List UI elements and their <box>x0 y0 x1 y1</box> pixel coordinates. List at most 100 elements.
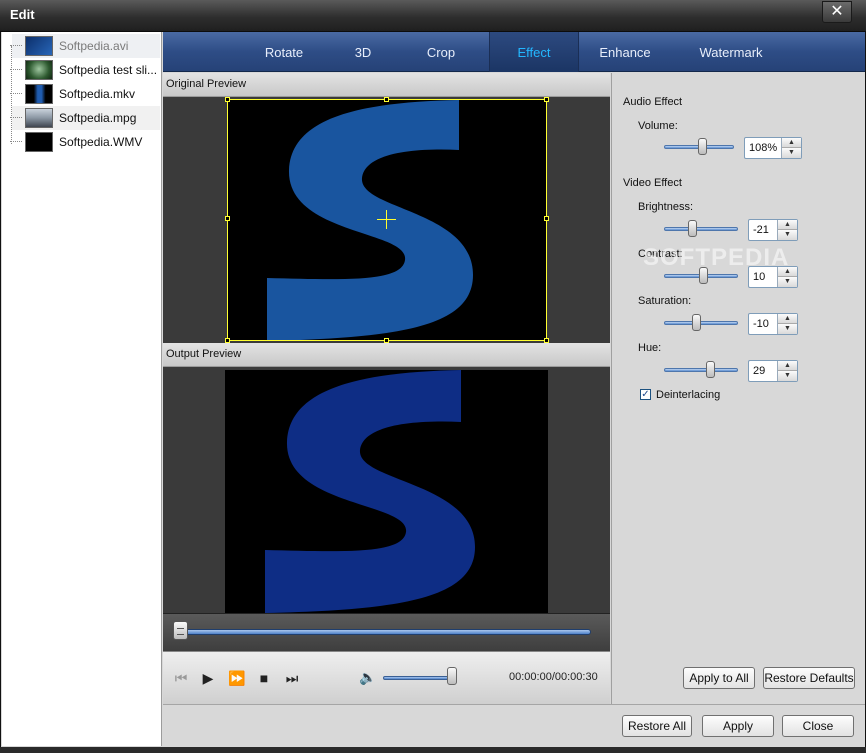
deinterlacing-checkbox[interactable]: ✓ <box>640 389 651 400</box>
play-icon[interactable]: ▶ <box>200 670 216 686</box>
file-thumbnail <box>25 36 53 56</box>
slider-rail <box>664 227 738 231</box>
tree-branch <box>10 93 22 94</box>
file-item[interactable]: Softpedia test sli... <box>10 58 160 82</box>
volume-label: Volume: <box>638 120 678 132</box>
seek-thumb[interactable] <box>173 621 188 640</box>
file-item[interactable]: Softpedia.WMV <box>10 130 160 154</box>
audio-volume-slider[interactable] <box>664 137 734 157</box>
volume-spinbox[interactable]: 108% ▲ ▼ <box>744 137 802 159</box>
spin-up-icon[interactable]: ▲ <box>782 138 801 148</box>
brightness-spinbox[interactable]: -21 ▲ ▼ <box>748 219 798 241</box>
file-item[interactable]: Softpedia.mkv <box>10 82 160 106</box>
spin-down-icon[interactable]: ▼ <box>782 148 801 158</box>
contrast-slider[interactable] <box>664 266 738 286</box>
slider-thumb[interactable] <box>692 314 701 331</box>
saturation-spinbox[interactable]: -10 ▲ ▼ <box>748 313 798 335</box>
video-effect-heading: Video Effect <box>623 177 682 189</box>
volume-slider-track[interactable] <box>383 676 455 680</box>
restore-defaults-button[interactable]: Restore Defaults <box>763 667 855 689</box>
stop-icon[interactable]: ■ <box>256 670 272 686</box>
contrast-value: 10 <box>753 271 766 283</box>
saturation-slider[interactable] <box>664 313 738 333</box>
file-list: Softpedia.avi Softpedia test sli... Soft… <box>2 32 162 746</box>
contrast-spinbox[interactable]: 10 ▲ ▼ <box>748 266 798 288</box>
seek-track[interactable] <box>175 629 591 635</box>
slider-thumb[interactable] <box>698 138 707 155</box>
file-item[interactable]: Softpedia.avi <box>10 34 160 58</box>
playback-controls: ⏮ ▶ ⏩ ■ ⏭ 🔈 00:00:00/00:00:30 <box>163 651 610 704</box>
spin-down-icon[interactable]: ▼ <box>778 324 797 334</box>
slider-rail <box>664 368 738 372</box>
hue-label: Hue: <box>638 342 662 354</box>
spin-up-icon[interactable]: ▲ <box>778 267 797 277</box>
crop-handle-top-left[interactable] <box>225 97 230 102</box>
dialog-button-bar: Restore All Apply Close <box>163 704 865 746</box>
output-preview-label: Output Preview <box>166 348 242 360</box>
spin-up-icon[interactable]: ▲ <box>778 220 797 230</box>
spin-up-icon[interactable]: ▲ <box>778 314 797 324</box>
tab-bar: Rotate 3D Crop Effect Enhance Watermark <box>163 32 865 72</box>
hue-spinbox[interactable]: 29 ▲ ▼ <box>748 360 798 382</box>
hue-slider[interactable] <box>664 360 738 380</box>
crop-frame[interactable] <box>225 97 549 343</box>
file-thumbnail <box>25 84 53 104</box>
spin-down-icon[interactable]: ▼ <box>778 230 797 240</box>
file-thumbnail <box>25 60 53 80</box>
file-name: Softpedia test sli... <box>59 63 158 77</box>
crop-handle-top-right[interactable] <box>544 97 549 102</box>
title-bar: Edit ✕ <box>0 0 866 32</box>
file-thumbnail <box>25 108 53 128</box>
crop-handle-left[interactable] <box>225 216 230 221</box>
tab-watermark[interactable]: Watermark <box>671 32 791 72</box>
deinterlacing-label: Deinterlacing <box>656 389 721 401</box>
hue-value: 29 <box>753 365 766 377</box>
window-title: Edit <box>10 7 35 22</box>
original-preview-area <box>163 97 610 343</box>
crop-center-crosshair-icon[interactable] <box>377 210 396 229</box>
timecode: 00:00:00/00:00:30 <box>509 671 598 683</box>
apply-to-all-button[interactable]: Apply to All <box>683 667 755 689</box>
volume-value: 108% <box>749 142 778 154</box>
crop-handle-right[interactable] <box>544 216 549 221</box>
speaker-icon[interactable]: 🔈 <box>359 669 376 686</box>
skip-forward-icon[interactable]: ⏭ <box>284 670 300 686</box>
slider-rail <box>664 321 738 325</box>
slider-thumb[interactable] <box>706 361 715 378</box>
edit-window: Softpedia.avi Softpedia test sli... Soft… <box>0 32 866 753</box>
tab-enhance[interactable]: Enhance <box>579 32 671 72</box>
brightness-slider[interactable] <box>664 219 738 239</box>
apply-button[interactable]: Apply <box>702 715 774 737</box>
effect-settings-panel: Audio Effect Volume: 108% ▲ ▼ Video Effec… <box>611 73 865 704</box>
file-item[interactable]: Softpedia.mpg <box>10 106 160 130</box>
close-button[interactable]: Close <box>782 715 854 737</box>
preview-column: Original Preview Output Preview ⏮ ▶ ⏩ ■ … <box>163 73 610 704</box>
fast-forward-icon[interactable]: ⏩ <box>228 670 245 686</box>
restore-all-button[interactable]: Restore All <box>622 715 692 737</box>
original-preview-label: Original Preview <box>166 78 247 90</box>
tree-branch <box>10 69 22 70</box>
tree-branch <box>10 117 22 118</box>
crop-handle-top[interactable] <box>384 97 389 102</box>
tab-effect[interactable]: Effect <box>489 32 579 72</box>
file-name: Softpedia.mpg <box>59 111 137 125</box>
tab-crop[interactable]: Crop <box>391 32 491 72</box>
spin-up-icon[interactable]: ▲ <box>778 361 797 371</box>
saturation-label: Saturation: <box>638 295 692 307</box>
file-name: Softpedia.WMV <box>59 135 143 149</box>
tab-rotate[interactable]: Rotate <box>233 32 335 72</box>
output-logo-image <box>265 370 475 613</box>
slider-thumb[interactable] <box>699 267 708 284</box>
spin-down-icon[interactable]: ▼ <box>778 371 797 381</box>
tab-3d[interactable]: 3D <box>335 32 391 72</box>
contrast-label: Contrast: <box>638 248 683 260</box>
window-close-button[interactable]: ✕ <box>822 1 852 23</box>
seek-bar[interactable] <box>163 613 610 651</box>
skip-back-icon[interactable]: ⏮ <box>173 670 189 686</box>
original-preview-header: Original Preview <box>163 73 610 97</box>
slider-thumb[interactable] <box>688 220 697 237</box>
brightness-label: Brightness: <box>638 201 694 213</box>
spin-down-icon[interactable]: ▼ <box>778 277 797 287</box>
tree-branch <box>10 45 22 46</box>
volume-slider-thumb[interactable] <box>447 667 457 685</box>
